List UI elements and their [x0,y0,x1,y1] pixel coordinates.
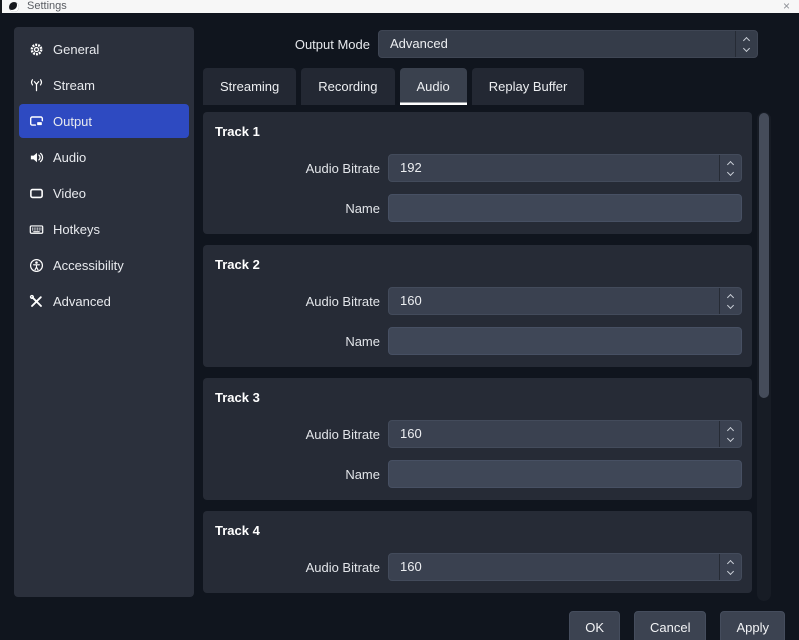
ok-button[interactable]: OK [569,611,620,640]
output-mode-label: Output Mode [203,37,370,52]
obs-logo-icon [9,2,19,12]
sidebar-item-audio[interactable]: Audio [19,140,189,174]
sidebar-item-label: Advanced [53,294,111,309]
sidebar-item-output[interactable]: Output [19,104,189,138]
bitrate-value: 160 [389,421,741,447]
output-mode-select[interactable]: Advanced [378,30,758,58]
sidebar-item-general[interactable]: General [19,32,189,66]
sidebar-item-label: General [53,42,99,57]
track-1-bitrate-select[interactable]: 192 [388,154,742,182]
track-2-bitrate-select[interactable]: 160 [388,287,742,315]
track-2-name-input[interactable] [388,327,742,355]
speaker-icon [29,150,44,165]
tab-audio[interactable]: Audio [400,68,467,105]
track-3-name-input[interactable] [388,460,742,488]
track-3-bitrate-select[interactable]: 160 [388,420,742,448]
dialog-footer: OK Cancel Apply [569,611,785,640]
spinner-arrows-icon[interactable] [719,155,741,181]
name-label: Name [213,467,380,482]
track-2-group: Track 2 Audio Bitrate 160 Name [203,245,752,367]
display-icon [29,186,44,201]
sidebar-item-label: Output [53,114,92,129]
bitrate-value: 160 [389,288,741,314]
track-4-group: Track 4 Audio Bitrate 160 [203,511,752,593]
sidebar-item-video[interactable]: Video [19,176,189,210]
sidebar-item-hotkeys[interactable]: Hotkeys [19,212,189,246]
vertical-scrollbar[interactable] [757,112,771,601]
scrollbar-thumb[interactable] [759,113,769,398]
track-1-name-input[interactable] [388,194,742,222]
bitrate-value: 192 [389,155,741,181]
keyboard-icon [29,222,44,237]
audio-bitrate-label: Audio Bitrate [213,294,380,309]
sidebar-item-label: Hotkeys [53,222,100,237]
sidebar-item-advanced[interactable]: Advanced [19,284,189,318]
settings-dialog: Settings × General Stream [0,0,799,640]
tools-icon [29,294,44,309]
output-tab-bar: Streaming Recording Audio Replay Buffer [203,68,584,105]
name-label: Name [213,201,380,216]
apply-button[interactable]: Apply [720,611,785,640]
track-4-bitrate-select[interactable]: 160 [388,553,742,581]
tab-streaming[interactable]: Streaming [203,68,296,105]
spinner-arrows-icon[interactable] [719,554,741,580]
sidebar-item-accessibility[interactable]: Accessibility [19,248,189,282]
output-mode-row: Output Mode Advanced [203,30,758,58]
track-title: Track 1 [215,124,742,140]
spinner-arrows-icon[interactable] [735,31,757,57]
sidebar-item-label: Video [53,186,86,201]
cancel-button[interactable]: Cancel [634,611,706,640]
name-label: Name [213,334,380,349]
sidebar-item-label: Audio [53,150,86,165]
audio-tracks-panel: Track 1 Audio Bitrate 192 Name Track 2 A… [203,112,752,601]
accessibility-icon [29,258,44,273]
track-title: Track 4 [215,523,742,539]
track-title: Track 2 [215,257,742,273]
track-3-group: Track 3 Audio Bitrate 160 Name [203,378,752,500]
tab-recording[interactable]: Recording [301,68,394,105]
close-icon[interactable]: × [783,0,790,13]
sidebar-item-stream[interactable]: Stream [19,68,189,102]
window-title: Settings [27,0,67,13]
spinner-arrows-icon[interactable] [719,421,741,447]
track-title: Track 3 [215,390,742,406]
tab-replay-buffer[interactable]: Replay Buffer [472,68,585,105]
audio-bitrate-label: Audio Bitrate [213,161,380,176]
output-mode-value: Advanced [379,31,757,57]
gear-icon [29,42,44,57]
audio-bitrate-label: Audio Bitrate [213,560,380,575]
sidebar-item-label: Accessibility [53,258,124,273]
sidebar-item-label: Stream [53,78,95,93]
title-bar: Settings × [0,0,799,13]
settings-sidebar: General Stream Output [14,27,194,597]
bitrate-value: 160 [389,554,741,580]
broadcast-icon [29,78,44,93]
track-1-group: Track 1 Audio Bitrate 192 Name [203,112,752,234]
audio-bitrate-label: Audio Bitrate [213,427,380,442]
spinner-arrows-icon[interactable] [719,288,741,314]
output-icon [29,114,44,129]
